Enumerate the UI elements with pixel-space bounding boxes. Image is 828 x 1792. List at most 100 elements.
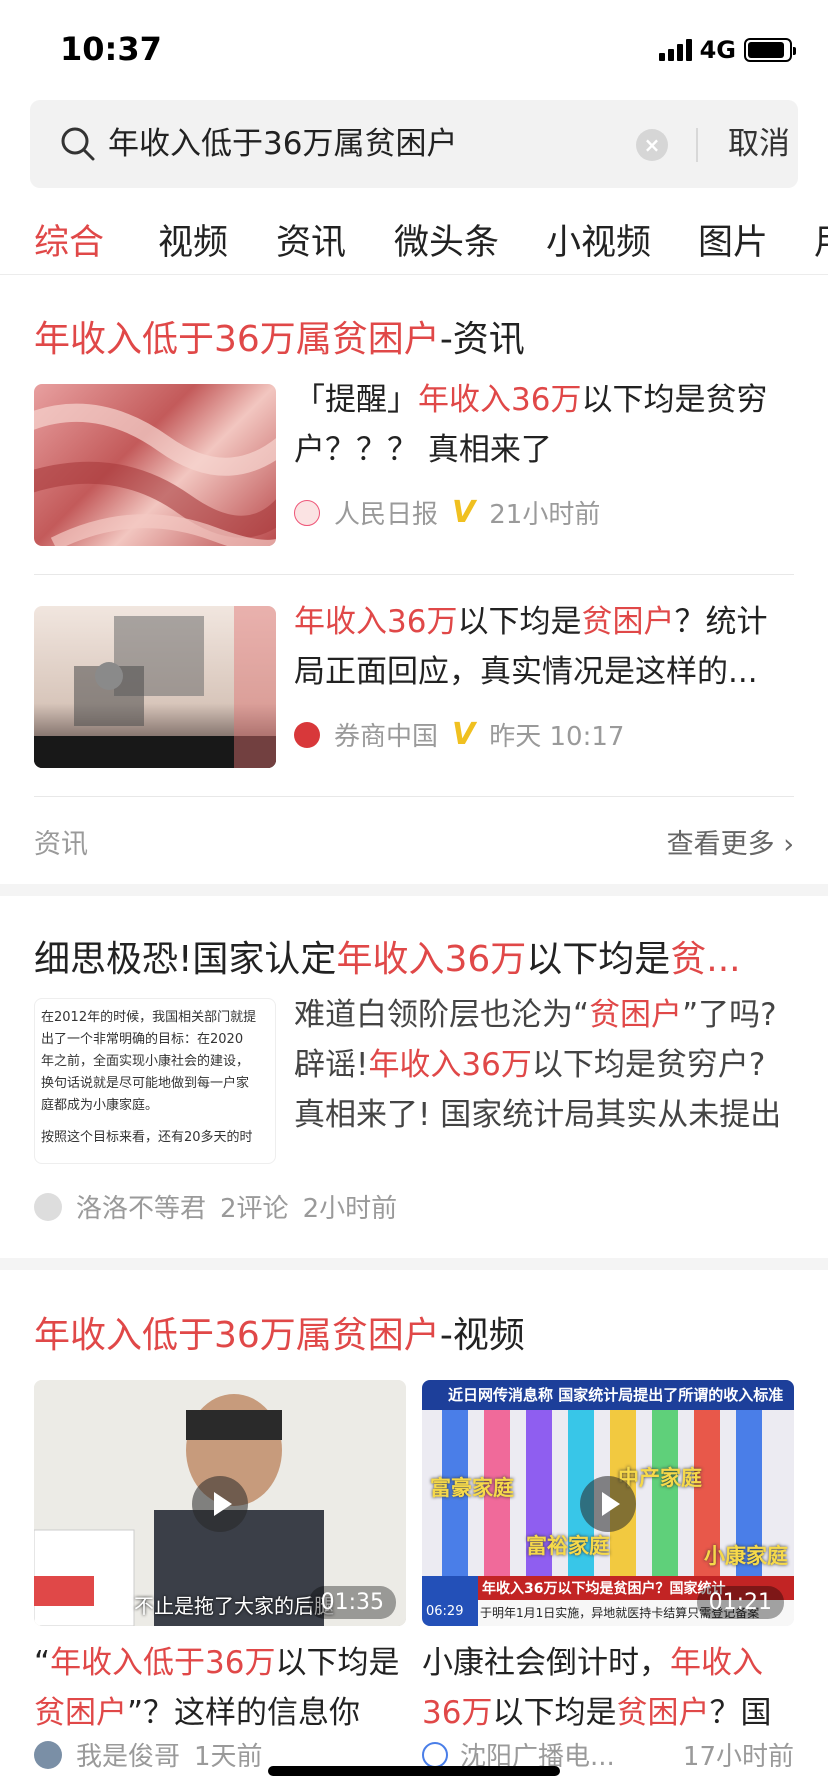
- source-logo-icon: [422, 1741, 448, 1768]
- source-logo-icon: [294, 499, 320, 526]
- section-title-suffix: -资讯: [439, 319, 525, 360]
- tab-more[interactable]: 用: [814, 214, 828, 265]
- publish-time: 17小时前: [682, 1742, 794, 1772]
- video-title-1[interactable]: “年收入低于36万以下均是贫困户”？这样的信息你怎...: [34, 1638, 406, 1738]
- status-time: 10:37: [60, 30, 162, 68]
- video-thumbnail-2[interactable]: 近日网传消息称 国家统计局提出了所谓的收入标准 富豪家庭 中产家庭 富裕家庭 小…: [422, 1380, 794, 1626]
- highlighted-keyword: 贫困户: [616, 1695, 710, 1731]
- video-ticker: 年收入36万以下均是贫困户？国家统计: [482, 1581, 726, 1597]
- section-separator: [0, 1258, 828, 1270]
- divider: [34, 796, 794, 797]
- divider: [34, 574, 794, 575]
- divider: [696, 128, 698, 162]
- title-text: 以下均是: [526, 939, 671, 980]
- article-meta: 洛洛不等君 2评论 2小时前: [34, 1188, 397, 1225]
- publish-time: 昨天 10:17: [489, 722, 625, 752]
- chart-label: 富裕家庭: [526, 1534, 610, 1558]
- thumbnail-text-line: 庭都成为小康家庭。: [41, 1098, 159, 1113]
- see-more-label: 查看更多: [666, 829, 775, 860]
- tab-short-video[interactable]: 小视频: [546, 214, 651, 265]
- news-footer-label: 资讯: [34, 829, 88, 860]
- highlighted-keyword: 年收入36万: [336, 939, 527, 980]
- article-title[interactable]: 细思极恐!国家认定年收入36万以下均是贫...: [34, 930, 794, 982]
- title-text: “: [34, 1645, 51, 1681]
- search-icon: [61, 127, 95, 161]
- verified-icon: V: [452, 495, 476, 530]
- status-indicators: 4G: [658, 36, 796, 64]
- article-summary[interactable]: 难道白领阶层也沦为“贫困户”了吗? 辟谣!年收入36万以下均是贫穷户?真相来了!…: [294, 990, 794, 1140]
- article-thumbnail[interactable]: 在2012年的时候，我国相关部门就提 出了一个非常明确的目标：在2020 年之前，全…: [34, 998, 276, 1164]
- source-name[interactable]: 券商中国: [334, 716, 438, 753]
- title-text: 以下均是: [275, 1645, 400, 1681]
- news-thumbnail-2[interactable]: [34, 606, 276, 768]
- chart-label: 富豪家庭: [430, 1476, 514, 1500]
- title-text: 「提醒」: [294, 382, 418, 418]
- thumbnail-text-line: 出了一个非常明确的目标：在2020: [41, 1032, 244, 1047]
- highlighted-keyword: 年收入36万: [418, 382, 582, 418]
- title-text: 以下均是: [492, 1695, 617, 1731]
- section-title-suffix: -视频: [439, 1315, 525, 1356]
- play-icon[interactable]: [580, 1476, 636, 1532]
- thumbnail-text-line: 年之前，全面实现小康社会的建设，: [41, 1054, 250, 1069]
- tab-images[interactable]: 图片: [698, 214, 768, 265]
- section-title-keyword: 年收入低于36万属贫困户: [34, 319, 440, 360]
- thumbnail-text-line: 按照这个目标来看，还有20多天的时: [41, 1130, 253, 1145]
- search-input[interactable]: 年收入低于36万属贫困户: [108, 120, 608, 168]
- news-meta-1: 人民日报 V 21小时前: [294, 494, 600, 531]
- verified-icon: V: [452, 717, 476, 752]
- video-title-2[interactable]: 小康社会倒计时，年收入36万以下均是贫困户？国家...: [422, 1638, 794, 1738]
- title-text: 难道白领阶层也沦为“: [294, 997, 590, 1033]
- tab-all[interactable]: 综合: [34, 214, 104, 265]
- author-name[interactable]: 洛洛不等君: [76, 1188, 206, 1225]
- poverty-illustration-image: [34, 606, 276, 768]
- news-thumbnail-1[interactable]: [34, 384, 276, 546]
- cancel-button[interactable]: 取消: [728, 122, 790, 166]
- publish-time: 2小时前: [302, 1194, 398, 1224]
- section-title-keyword: 年收入低于36万属贫困户: [34, 1315, 440, 1356]
- video-section-title[interactable]: 年收入低于36万属贫困户-视频: [34, 1306, 525, 1358]
- tab-micro-posts[interactable]: 微头条: [394, 214, 499, 265]
- home-indicator: [268, 1766, 560, 1776]
- video-duration: 01:35: [308, 1586, 396, 1619]
- section-separator: [0, 884, 828, 896]
- battery-level: [748, 42, 784, 58]
- title-text: 细思极恐!国家认定: [34, 939, 337, 980]
- author-name[interactable]: 我是俊哥: [76, 1736, 180, 1773]
- video-duration: 01:21: [696, 1586, 784, 1619]
- video-subtitle: 不止是拖了大家的后腿: [134, 1594, 334, 1618]
- rmb-banknotes-image: [34, 403, 276, 546]
- news-section-title[interactable]: 年收入低于36万属贫困户-资讯: [34, 310, 525, 362]
- highlighted-keyword: 年收入36万: [294, 604, 458, 640]
- see-more-link[interactable]: 查看更多 ›: [667, 822, 794, 861]
- chevron-right-icon: ›: [774, 829, 794, 860]
- news-meta-2: 券商中国 V 昨天 10:17: [294, 716, 624, 753]
- video-clock: 06:29: [426, 1604, 464, 1619]
- status-bar: 10:37 4G: [0, 0, 828, 96]
- article-thumbnail-text: 在2012年的时候，我国相关部门就提 出了一个非常明确的目标：在2020 年之前，全…: [41, 1007, 269, 1149]
- title-text: 以下均是: [457, 604, 582, 640]
- comment-count[interactable]: 2评论: [220, 1188, 289, 1225]
- category-tabs: 综合 视频 资讯 微头条 小视频 图片 用: [34, 210, 828, 270]
- author-avatar: [34, 1192, 62, 1221]
- title-text: 小康社会倒计时，: [422, 1645, 670, 1681]
- video-thumbnail-1[interactable]: 不止是拖了大家的后腿 01:35: [34, 1380, 406, 1626]
- battery-icon: [744, 38, 796, 62]
- source-logo-icon: [294, 721, 320, 748]
- highlighted-keyword: 贫...: [670, 939, 741, 980]
- chart-label: 小康家庭: [704, 1544, 788, 1568]
- play-icon[interactable]: [192, 1476, 248, 1532]
- highlighted-keyword: 贫困户: [589, 997, 683, 1033]
- video-banner-text: 近日网传消息称 国家统计局提出了所谓的收入标准: [448, 1386, 784, 1404]
- highlighted-keyword: 贫困户: [581, 604, 675, 640]
- publish-time: 1天前: [194, 1742, 263, 1772]
- news-title-2[interactable]: 年收入36万以下均是贫困户？统计局正面回应，真实情况是这样的...: [294, 597, 794, 697]
- news-title-1[interactable]: 「提醒」年收入36万以下均是贫穷户？？？ 真相来了: [294, 375, 794, 475]
- publish-time: 21小时前: [489, 500, 601, 530]
- author-avatar: [34, 1740, 62, 1769]
- highlighted-keyword: 年收入36万: [368, 1047, 532, 1083]
- clear-icon[interactable]: ×: [636, 129, 668, 161]
- source-name[interactable]: 人民日报: [334, 494, 438, 531]
- tab-video[interactable]: 视频: [158, 214, 228, 265]
- tab-news[interactable]: 资讯: [276, 214, 346, 265]
- tabs-divider: [0, 274, 828, 275]
